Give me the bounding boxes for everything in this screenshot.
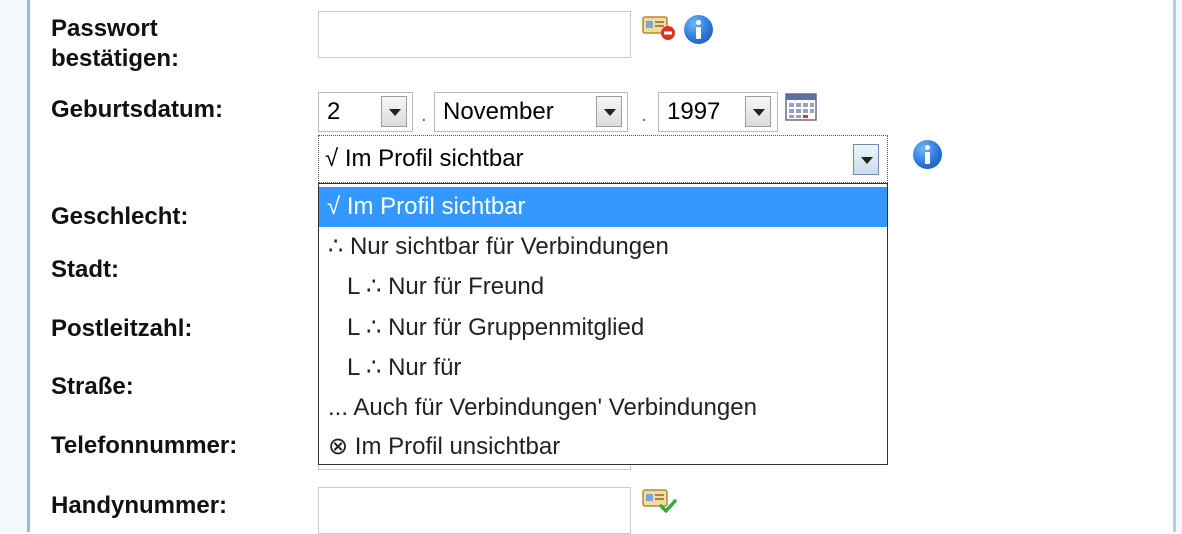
birth-day-select[interactable]: 2 — [318, 92, 413, 132]
visibility-info-icon[interactable] — [913, 140, 942, 169]
birth-month-dropdown-arrow[interactable] — [596, 96, 622, 127]
card-remove-icon — [641, 14, 677, 47]
birth-year-select[interactable]: 1997 — [658, 92, 778, 132]
date-separator-2: . — [641, 104, 647, 126]
label-postal-code: Postleitzahl: — [51, 315, 193, 342]
label-phone: Telefonnummer: — [51, 432, 238, 459]
birth-day-value: 2 — [327, 98, 341, 125]
option-label: √ Im Profil sichtbar — [327, 193, 526, 220]
visibility-option-group-member[interactable]: L ∴ Nur für Gruppenmitglied — [319, 308, 887, 348]
label-password-confirm-line2: bestätigen: — [51, 45, 180, 72]
info-icon — [913, 140, 942, 169]
mobile-input[interactable] — [318, 487, 631, 534]
visibility-select[interactable]: √ Im Profil sichtbar — [318, 135, 888, 183]
visibility-option-profile-hidden[interactable]: ⊗ Im Profil unsichtbar — [319, 427, 887, 467]
visibility-selected-value: √ Im Profil sichtbar — [325, 145, 524, 172]
birth-month-value: November — [443, 98, 554, 125]
label-gender: Geschlecht: — [51, 203, 189, 230]
info-icon — [684, 15, 713, 44]
visibility-option-profile-visible[interactable]: √ Im Profil sichtbar — [319, 187, 887, 227]
label-birthdate: Geburtsdatum: — [51, 96, 224, 123]
password-confirm-input[interactable] — [318, 11, 631, 58]
birth-month-select[interactable]: November — [434, 92, 628, 132]
visibility-dropdown-list: √ Im Profil sichtbar ∴ Nur sichtbar für … — [318, 183, 888, 465]
visibility-option-friend[interactable]: L ∴ Nur für Freund — [319, 267, 887, 307]
card-check-icon — [641, 487, 677, 520]
option-label: L ∴ Nur für Freund — [347, 273, 545, 300]
option-label: L ∴ Nur für Gruppenmitglied — [347, 314, 645, 341]
option-label: L ∴ Nur für — [347, 354, 462, 381]
visibility-option-connections[interactable]: ∴ Nur sichtbar für Verbindungen — [319, 227, 887, 267]
label-password-confirm: Passwort bestätigen: — [51, 14, 179, 74]
option-label: ... Auch für Verbindungen' Verbindungen — [328, 394, 757, 421]
visibility-option-connections-of-connections[interactable]: ... Auch für Verbindungen' Verbindungen — [319, 388, 887, 428]
birth-day-dropdown-arrow[interactable] — [381, 96, 407, 127]
label-street: Straße: — [51, 373, 134, 400]
password-info-icon[interactable] — [684, 15, 713, 44]
visibility-dropdown-arrow[interactable] — [853, 144, 879, 175]
label-password-confirm-line1: Passwort — [51, 15, 158, 42]
birth-year-dropdown-arrow[interactable] — [745, 96, 771, 127]
option-label: ∴ Nur sichtbar für Verbindungen — [328, 233, 669, 260]
date-separator-1: . — [421, 104, 427, 126]
label-mobile: Handynummer: — [51, 492, 228, 519]
right-frame-border — [1167, 0, 1182, 532]
label-city: Stadt: — [51, 256, 119, 283]
calendar-icon[interactable] — [784, 92, 818, 127]
visibility-option-custom[interactable]: L ∴ Nur für — [319, 348, 887, 388]
birth-year-value: 1997 — [667, 98, 721, 125]
option-label: ⊗ Im Profil unsichtbar — [328, 433, 561, 460]
left-frame-border — [0, 0, 33, 532]
